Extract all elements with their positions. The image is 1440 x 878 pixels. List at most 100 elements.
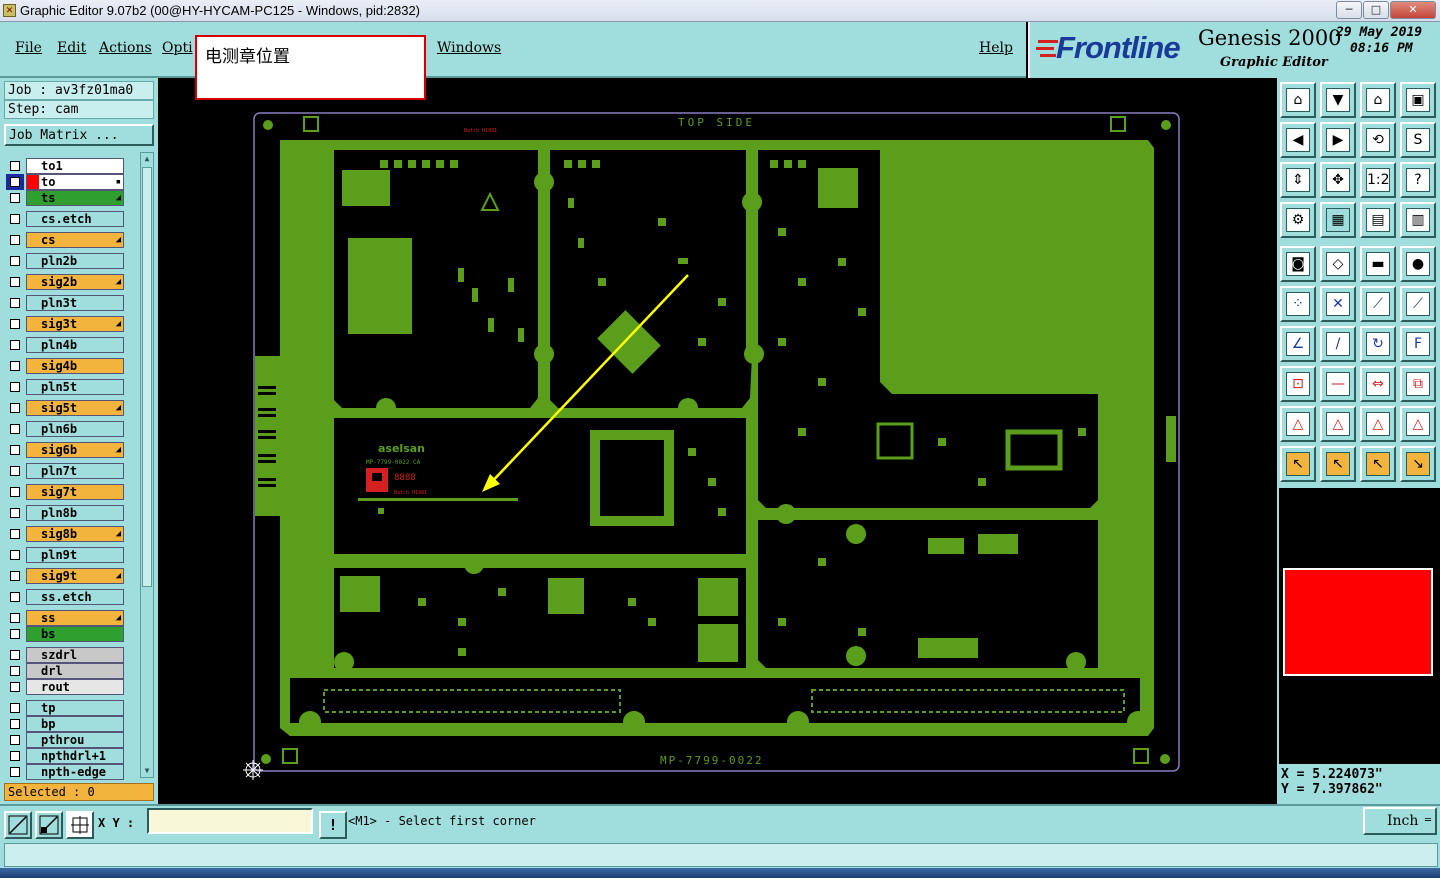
draw-shape-icon[interactable]: ◇	[1320, 246, 1356, 282]
layer-row[interactable]: pln9t	[6, 547, 124, 563]
layer-row[interactable]: cs.etch	[6, 211, 124, 227]
layer-row[interactable]: npthdrl+1	[6, 748, 124, 764]
layer-name[interactable]: sig5t ◢	[26, 400, 124, 416]
layer-checkbox[interactable]	[6, 547, 24, 563]
line-point2-icon[interactable]: ⟋	[1400, 286, 1436, 322]
pan-left-icon[interactable]: ◀	[1280, 122, 1316, 158]
triangle-icon[interactable]: △	[1280, 406, 1316, 442]
layer-name[interactable]: npth-edge	[26, 764, 124, 780]
layer-name[interactable]: sig7t	[26, 484, 124, 500]
layer-row[interactable]: ss.etch	[6, 589, 124, 605]
grid-icon[interactable]: ▦	[1320, 202, 1356, 238]
layers-select-icon[interactable]: ▥	[1400, 202, 1436, 238]
ratio-icon[interactable]: 1:2	[1360, 162, 1396, 198]
layer-row[interactable]: pln2b	[6, 253, 124, 269]
layer-row[interactable]: to ▪	[6, 174, 124, 190]
layer-row[interactable]: sig2b ◢	[6, 274, 124, 290]
layer-checkbox[interactable]	[6, 526, 24, 542]
layer-row[interactable]: ts ◢	[6, 190, 124, 206]
alert-button[interactable]: !	[319, 811, 347, 839]
layer-name[interactable]: npthdrl+1	[26, 748, 124, 764]
layer-checkbox[interactable]	[6, 295, 24, 311]
ruler-icon[interactable]: ▬	[1360, 246, 1396, 282]
triangle4-icon[interactable]: △	[1400, 406, 1436, 442]
select4-icon[interactable]: ↘	[1400, 446, 1436, 482]
layer-name[interactable]: sig6b ◢	[26, 442, 124, 458]
layer-row[interactable]: npth-edge	[6, 764, 124, 780]
layers-red-icon[interactable]: ▤	[1360, 202, 1396, 238]
layer-checkbox[interactable]	[6, 379, 24, 395]
scroll-up-icon[interactable]: ▲	[142, 154, 152, 164]
layer-checkbox[interactable]	[6, 484, 24, 500]
select-icon[interactable]: ↖	[1280, 446, 1316, 482]
layer-name[interactable]: pln8b	[26, 505, 124, 521]
layer-row[interactable]: ss ◢	[6, 610, 124, 626]
layer-checkbox[interactable]	[6, 442, 24, 458]
layer-checkbox[interactable]	[6, 274, 24, 290]
menu-windows[interactable]: Windows	[437, 40, 501, 56]
house-icon[interactable]: ⌂	[1360, 82, 1396, 118]
scroll-thumb[interactable]	[142, 167, 152, 587]
layer-name[interactable]: sig9t ◢	[26, 568, 124, 584]
layer-checkbox[interactable]	[6, 232, 24, 248]
layer-scrollbar[interactable]: ▲ ▼	[140, 152, 154, 778]
maximize-button[interactable]: □	[1363, 1, 1389, 19]
layer-name[interactable]: pln2b	[26, 253, 124, 269]
align-icon[interactable]: ⇔	[1360, 366, 1396, 402]
menu-options[interactable]: Opti	[162, 40, 193, 56]
pan-right-icon[interactable]: ▶	[1320, 122, 1356, 158]
layer-checkbox[interactable]	[6, 568, 24, 584]
menu-actions[interactable]: Actions	[99, 40, 152, 56]
layer-checkbox[interactable]	[6, 253, 24, 269]
fit-icon[interactable]: ⇕	[1280, 162, 1316, 198]
layer-checkbox[interactable]	[6, 626, 24, 642]
menu-file[interactable]: File	[15, 40, 42, 56]
cross-icon[interactable]: ✕	[1320, 286, 1356, 322]
layer-name[interactable]: pln6b	[26, 421, 124, 437]
slash-icon[interactable]: /	[1320, 326, 1356, 362]
triangle2-icon[interactable]: △	[1320, 406, 1356, 442]
circle-icon[interactable]: ●	[1400, 246, 1436, 282]
layer-name[interactable]: bp	[26, 716, 124, 732]
layer-checkbox[interactable]	[6, 716, 24, 732]
rotate-icon[interactable]: ↻	[1360, 326, 1396, 362]
pcb-view[interactable]: TOP SIDE MP-7799-0022 Batch H1881 aselsa…	[158, 78, 1277, 804]
measure-mode-icon[interactable]	[35, 811, 63, 839]
layer-name[interactable]: ss.etch	[26, 589, 124, 605]
layer-checkbox[interactable]	[6, 421, 24, 437]
zoom-fit-icon[interactable]: ✥	[1320, 162, 1356, 198]
layer-checkbox[interactable]	[6, 190, 24, 206]
layer-row[interactable]: sig6b ◢	[6, 442, 124, 458]
window-icon[interactable]: ▣	[1400, 82, 1436, 118]
select3-icon[interactable]: ↖	[1360, 446, 1396, 482]
layer-name[interactable]: szdrl	[26, 647, 124, 663]
layer-checkbox[interactable]	[6, 337, 24, 353]
menu-help[interactable]: Help	[979, 40, 1013, 56]
triangle3-icon[interactable]: △	[1360, 406, 1396, 442]
scroll-down-icon[interactable]: ▼	[142, 766, 152, 776]
layer-checkbox[interactable]	[6, 663, 24, 679]
layer-row[interactable]: pln8b	[6, 505, 124, 521]
layer-checkbox[interactable]	[6, 158, 24, 174]
layer-row[interactable]: cs ◢	[6, 232, 124, 248]
layer-name[interactable]: ss ◢	[26, 610, 124, 626]
pad-icon[interactable]: ◙	[1280, 246, 1316, 282]
layer-name[interactable]: sig3t ◢	[26, 316, 124, 332]
layer-checkbox[interactable]	[6, 463, 24, 479]
graphic-canvas[interactable]: TOP SIDE MP-7799-0022 Batch H1881 aselsa…	[158, 78, 1277, 804]
layer-row[interactable]: pln7t	[6, 463, 124, 479]
layer-row[interactable]: tp	[6, 700, 124, 716]
layer-row[interactable]: pln4b	[6, 337, 124, 353]
layer-checkbox[interactable]	[6, 700, 24, 716]
measure-icon[interactable]: ⚙	[1280, 202, 1316, 238]
layer-name[interactable]: bs	[26, 626, 124, 642]
layer-checkbox[interactable]	[6, 211, 24, 227]
layer-checkbox[interactable]	[6, 647, 24, 663]
layer-row[interactable]: pln6b	[6, 421, 124, 437]
layer-row[interactable]: bs	[6, 626, 124, 642]
layer-name[interactable]: sig4b	[26, 358, 124, 374]
layer-checkbox[interactable]	[6, 610, 24, 626]
unit-selector[interactable]: Inch ═	[1363, 807, 1437, 835]
layer-name[interactable]: pln7t	[26, 463, 124, 479]
s-curve-icon[interactable]: S	[1400, 122, 1436, 158]
